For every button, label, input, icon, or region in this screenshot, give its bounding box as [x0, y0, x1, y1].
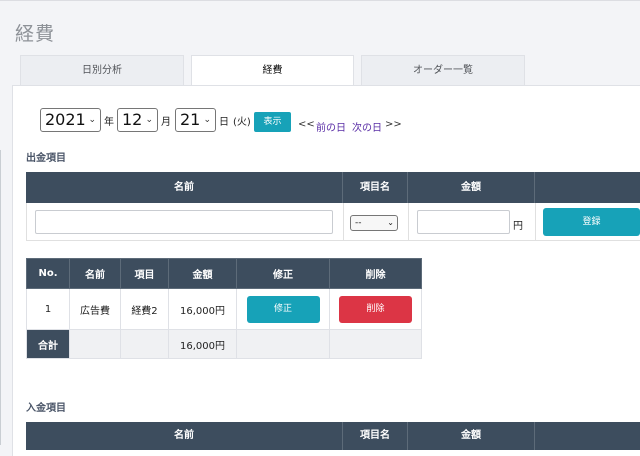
row-name: 広告費 — [69, 288, 121, 330]
col-no: No. — [26, 258, 70, 289]
year-unit: 年 — [104, 117, 114, 128]
header-amount: 金額 — [408, 172, 535, 203]
col-name: 名前 — [69, 258, 121, 289]
total-empty — [120, 329, 169, 359]
cell-divider — [408, 203, 409, 241]
top-border — [0, 0, 640, 1]
col-delete: 削除 — [329, 258, 422, 289]
next-day-link[interactable]: 次の日 — [352, 119, 382, 134]
row-item: 経費2 — [120, 288, 169, 330]
chevron-down-icon: ⌄ — [203, 115, 211, 125]
day-value: 21 — [180, 110, 201, 129]
table-row: 1 広告費 経費2 16,000円 修正 削除 — [26, 288, 422, 330]
weekday-label: (火) — [233, 117, 251, 128]
prev-arrows: << — [298, 119, 315, 130]
total-amount: 16,000円 — [168, 329, 237, 359]
header-item: 項目名 — [343, 422, 408, 450]
month-select[interactable]: 12 ⌄ — [117, 108, 158, 132]
left-edge-line — [0, 150, 1, 445]
income-section-label: 入金項目 — [26, 403, 66, 414]
register-button[interactable]: 登録 — [543, 208, 640, 236]
expense-item-select[interactable]: -- ⌄ — [350, 215, 398, 231]
header-amount: 金額 — [408, 422, 535, 450]
total-row: 合計 16,000円 — [26, 329, 422, 359]
row-amount: 16,000円 — [168, 288, 237, 330]
tab-expenses[interactable]: 経費 — [191, 55, 354, 86]
row-no: 1 — [26, 288, 70, 330]
expense-amount-input[interactable] — [417, 210, 510, 234]
page-title: 経費 — [15, 23, 56, 45]
expense-form-header: 名前 項目名 金額 — [26, 172, 640, 203]
chevron-down-icon: ⌄ — [387, 218, 394, 227]
edit-button[interactable]: 修正 — [246, 295, 320, 323]
expense-section-label: 出金項目 — [26, 153, 66, 164]
cell-divider — [26, 203, 27, 241]
income-form-header: 名前 項目名 金額 — [26, 422, 640, 450]
col-amount: 金額 — [168, 258, 237, 289]
row-edit-cell: 修正 — [236, 288, 330, 330]
month-unit: 月 — [161, 117, 171, 128]
delete-button[interactable]: 削除 — [339, 295, 412, 323]
col-edit: 修正 — [236, 258, 330, 289]
chevron-down-icon: ⌄ — [88, 115, 96, 125]
year-value: 2021 — [45, 110, 86, 129]
header-name: 名前 — [26, 422, 343, 450]
day-select[interactable]: 21 ⌄ — [175, 108, 216, 132]
header-action — [535, 422, 640, 450]
header-action — [535, 172, 640, 203]
chevron-down-icon: ⌄ — [145, 115, 153, 125]
year-select[interactable]: 2021 ⌄ — [40, 108, 101, 132]
day-unit: 日 — [219, 117, 229, 128]
col-item: 項目 — [120, 258, 169, 289]
next-arrows: >> — [385, 119, 402, 130]
item-select-value: -- — [355, 218, 362, 228]
month-value: 12 — [122, 110, 143, 129]
tab-daily-analysis[interactable]: 日別分析 — [20, 55, 184, 85]
expense-name-input[interactable] — [35, 210, 333, 234]
total-label: 合計 — [26, 329, 70, 359]
total-empty — [236, 329, 330, 359]
cell-divider — [535, 203, 536, 241]
total-empty — [329, 329, 422, 359]
cell-divider — [343, 203, 344, 241]
tab-order-list[interactable]: オーダー一覧 — [361, 55, 525, 85]
prev-day-link[interactable]: 前の日 — [316, 119, 346, 134]
yen-unit: 円 — [513, 221, 523, 232]
expense-table: No. 名前 項目 金額 修正 削除 1 広告費 経費2 16,000円 修正 … — [26, 258, 422, 359]
table-header-row: No. 名前 項目 金額 修正 削除 — [26, 258, 422, 289]
row-delete-cell: 削除 — [329, 288, 422, 330]
header-item: 項目名 — [343, 172, 408, 203]
show-button[interactable]: 表示 — [254, 112, 291, 132]
header-name: 名前 — [26, 172, 343, 203]
total-empty — [69, 329, 121, 359]
